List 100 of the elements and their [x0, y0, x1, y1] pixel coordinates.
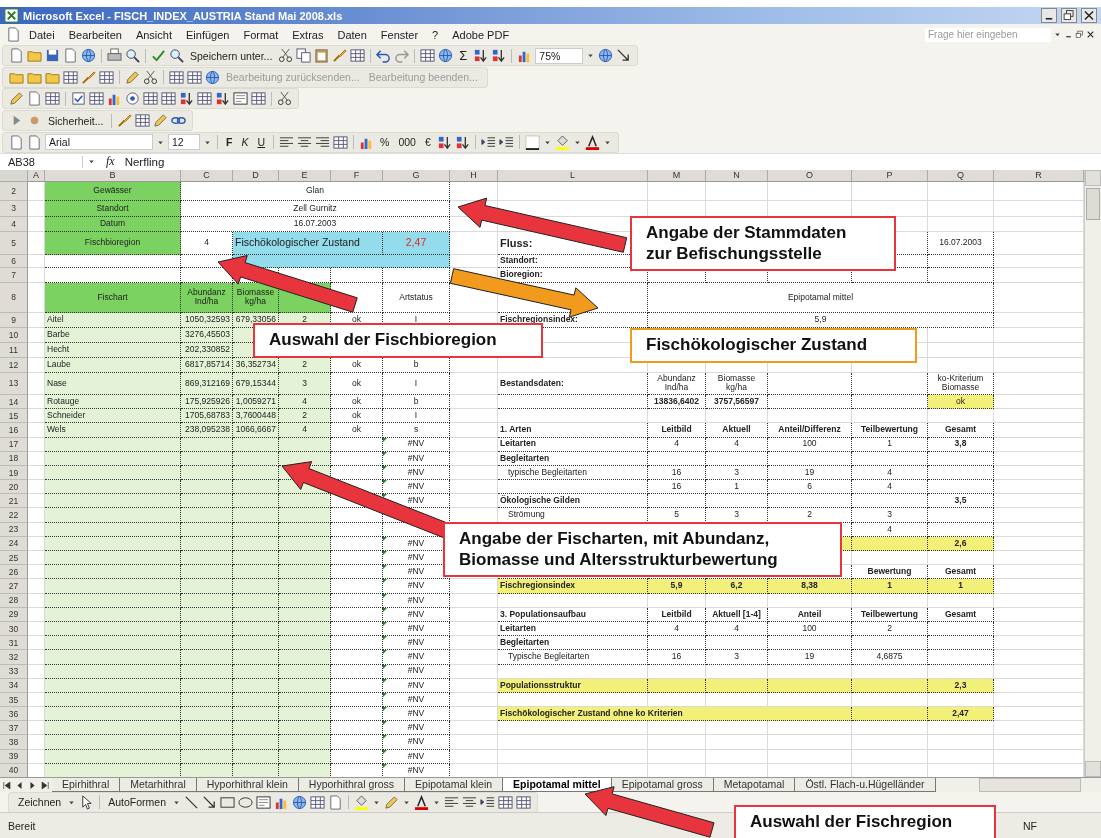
- font-size-dropdown[interactable]: 12: [168, 134, 200, 151]
- table-cell: Aktuell: [706, 423, 768, 438]
- table-cell: 16: [648, 465, 706, 481]
- sheet-tab[interactable]: Hyporhithral gross: [298, 778, 406, 792]
- table-cell: s: [383, 423, 450, 438]
- row-header[interactable]: 25: [0, 551, 28, 566]
- menu-item[interactable]: Datei: [23, 27, 61, 42]
- table-cell: Teilbewertung: [852, 423, 928, 438]
- menu-item[interactable]: Ansicht: [129, 27, 178, 42]
- row-header[interactable]: 27: [0, 579, 28, 594]
- row-header[interactable]: 26: [0, 565, 28, 580]
- menu-item[interactable]: Extras: [286, 27, 330, 42]
- table-cell: Leitarten: [498, 621, 648, 637]
- table-cell: Abundanz Ind/ha: [648, 372, 706, 395]
- table-cell: #NV: [383, 692, 450, 708]
- menu-item[interactable]: Adobe PDF: [446, 27, 516, 42]
- table-cell: 3. Populationsaufbau: [498, 607, 648, 622]
- table-cell: Leitarten: [498, 437, 648, 452]
- table-cell: 1: [706, 480, 768, 495]
- table-cell: Fischökologischer Zustand ohne ko Kriterien: [498, 707, 852, 722]
- thousands-button[interactable]: 000: [395, 136, 419, 149]
- menu-item[interactable]: Fenster: [374, 27, 425, 42]
- table-cell: #NV: [383, 451, 450, 466]
- sheet-tab[interactable]: Epipotamal mittel: [503, 778, 612, 792]
- row-header[interactable]: 5: [0, 231, 28, 255]
- row-header[interactable]: 38: [0, 735, 28, 750]
- table-cell: I: [383, 372, 450, 395]
- table-cell: Leitbild: [648, 607, 706, 622]
- table-cell: #NV: [383, 465, 450, 481]
- table-cell: 16.07.2003: [928, 231, 994, 255]
- menu-item[interactable]: Einfügen: [180, 27, 236, 42]
- callout-box: Auswahl der Fischbioregion: [253, 323, 543, 358]
- table-cell: I: [383, 409, 450, 424]
- sheet-tab[interactable]: Hyporhithral klein: [196, 778, 299, 792]
- row-header[interactable]: 37: [0, 721, 28, 736]
- table-cell: 3: [706, 465, 768, 481]
- percent-button[interactable]: %: [377, 136, 393, 149]
- table-cell: 5,9: [648, 312, 994, 328]
- menu-item[interactable]: ?: [426, 27, 445, 42]
- table-cell: 19: [768, 650, 852, 665]
- table-cell: 2: [852, 621, 928, 637]
- table-cell: 3757,56597: [706, 394, 768, 410]
- zoom-dropdown[interactable]: 75%: [535, 47, 584, 64]
- table-cell: 100: [768, 437, 852, 452]
- table-cell: 1705,68783: [181, 409, 233, 424]
- row-header[interactable]: 22: [0, 508, 28, 523]
- sheet-tab[interactable]: Metarhithral: [120, 778, 197, 792]
- table-cell: 3: [706, 650, 768, 665]
- table-cell: Typische Begleitarten: [498, 650, 648, 665]
- table-cell: #NV: [383, 437, 450, 452]
- formula-field[interactable]: Nerfling: [124, 155, 165, 168]
- autosum-button[interactable]: Σ: [456, 48, 471, 64]
- italic-button[interactable]: K: [238, 136, 252, 149]
- currency-button[interactable]: €: [421, 136, 434, 149]
- security-button[interactable]: Sicherheit...: [45, 114, 107, 127]
- name-box[interactable]: AB38: [4, 155, 83, 168]
- help-search-field[interactable]: Frage hier eingeben: [925, 27, 1051, 42]
- sheet-tab[interactable]: Epipotamal klein: [405, 778, 504, 792]
- sheet-tab[interactable]: Metapotamal: [713, 778, 796, 792]
- callout-box: Angabe der Stammdaten zur Befischungsstelle: [630, 216, 896, 272]
- table-cell: b: [383, 394, 450, 410]
- table-cell: 100: [768, 621, 852, 637]
- bold-button[interactable]: F: [223, 136, 236, 149]
- menu-item[interactable]: Format: [237, 27, 285, 42]
- table-cell: 2,47: [928, 707, 994, 722]
- menu-item[interactable]: Bearbeiten: [62, 27, 128, 42]
- table-cell: #NV: [383, 579, 450, 594]
- sheet-tab[interactable]: Epirhithral: [52, 778, 121, 792]
- row-header[interactable]: 32: [0, 650, 28, 665]
- row-header[interactable]: 16: [0, 423, 28, 438]
- table-cell: 4: [706, 621, 768, 637]
- menu-item[interactable]: Daten: [331, 27, 373, 42]
- row-header[interactable]: 31: [0, 636, 28, 651]
- table-cell: #NV: [383, 636, 450, 651]
- draw-menu-button[interactable]: Zeichnen: [15, 796, 65, 808]
- row-header[interactable]: 13: [0, 372, 28, 395]
- row-header[interactable]: 36: [0, 707, 28, 722]
- sheet-tab[interactable]: Östl. Flach-u.Hügelländer: [795, 778, 936, 792]
- status-text: Bereit: [8, 819, 36, 832]
- table-cell: #NV: [383, 678, 450, 693]
- autoshapes-button[interactable]: AutoFormen: [105, 796, 169, 808]
- font-dropdown[interactable]: Arial: [45, 134, 153, 151]
- table-cell: Nase: [45, 372, 181, 395]
- row-header[interactable]: 8: [0, 282, 28, 313]
- save-as-button[interactable]: Speichern unter...: [187, 49, 276, 62]
- table-cell: 6,2: [706, 579, 768, 594]
- window-title: Microsoft Excel - FISCH_INDEX_AUSTRIA Stand Mai 2008.xls: [23, 9, 343, 22]
- function-button[interactable]: fx: [100, 154, 121, 170]
- table-cell: 1: [852, 437, 928, 452]
- underline-button[interactable]: U: [254, 136, 269, 149]
- table-cell: 3,5: [928, 494, 994, 509]
- table-cell: Ökologische Gilden: [498, 494, 648, 509]
- table-cell: #NV: [383, 707, 450, 722]
- sheet-tab[interactable]: Epipotamal gross: [611, 778, 714, 792]
- row-header[interactable]: 20: [0, 480, 28, 495]
- table-cell: Leitbild: [648, 423, 706, 438]
- table-cell: 4,6875: [852, 650, 928, 665]
- table-cell: #NV: [383, 664, 450, 679]
- row-header[interactable]: 21: [0, 494, 28, 509]
- row-header[interactable]: 15: [0, 409, 28, 424]
